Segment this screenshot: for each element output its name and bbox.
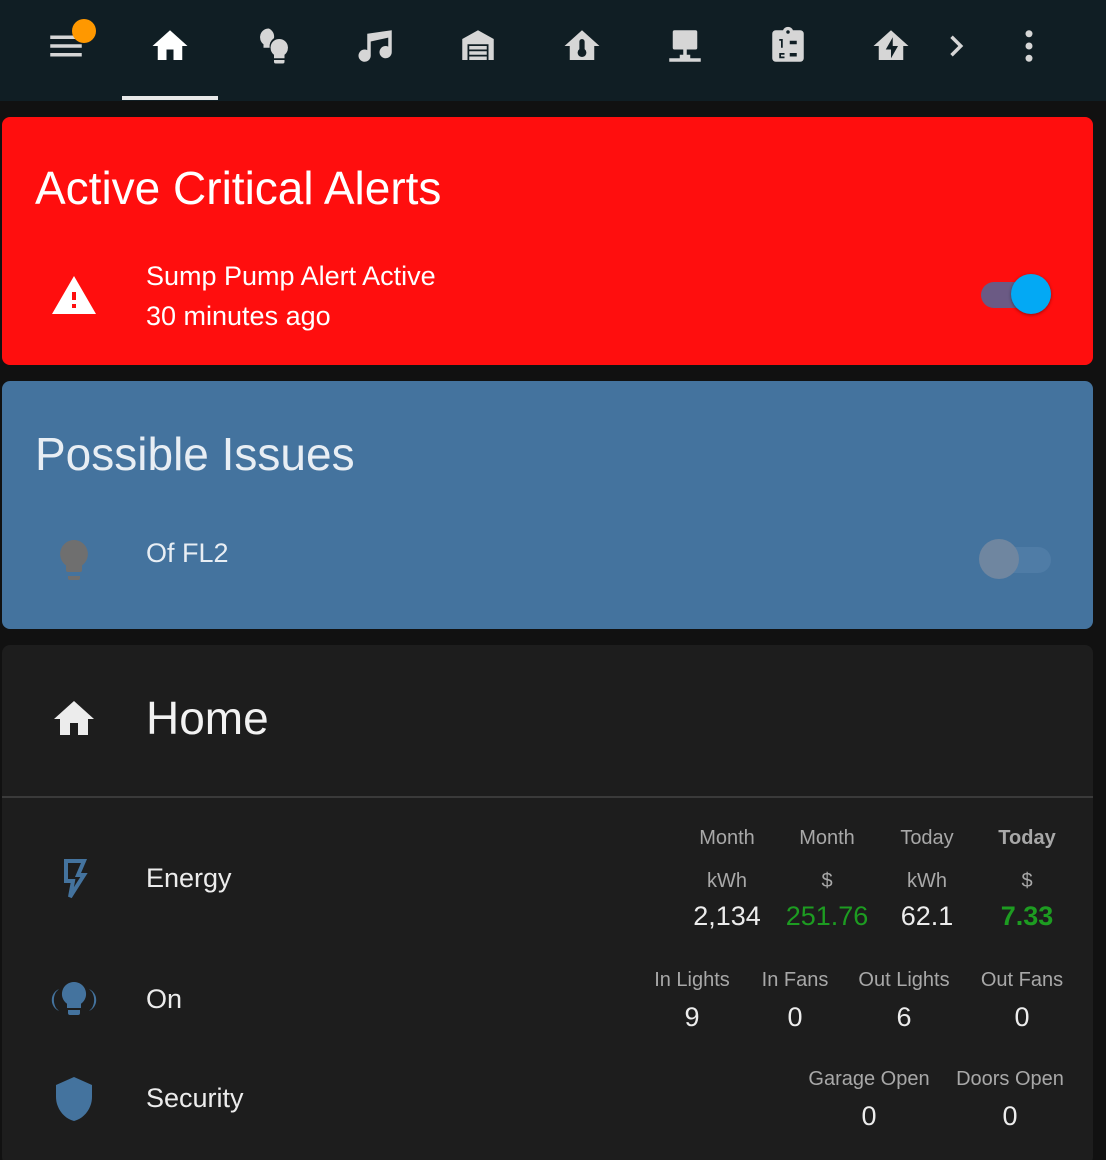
alert-icon bbox=[50, 272, 98, 320]
top-app-bar bbox=[0, 0, 1106, 101]
on-entity-name[interactable]: On bbox=[146, 984, 182, 1015]
today-cost-attribute: Today $ 7.33 bbox=[977, 827, 1077, 932]
toggle-knob bbox=[979, 539, 1019, 579]
tab-garage[interactable] bbox=[430, 0, 526, 92]
home-thermometer-icon bbox=[564, 30, 600, 60]
card-title: Possible Issues bbox=[35, 428, 355, 480]
lightning-bolt-icon bbox=[50, 855, 98, 903]
lightbulb-group-icon bbox=[50, 976, 98, 1024]
tab-network[interactable] bbox=[637, 0, 733, 92]
attr-value: 9 bbox=[684, 1002, 700, 1032]
toggle-knob bbox=[1011, 274, 1051, 314]
attr-value: 7.33 bbox=[1000, 901, 1054, 931]
music-note-icon bbox=[358, 30, 392, 62]
home-icon bbox=[50, 695, 98, 743]
month-cost-attribute: Month $ 251.76 bbox=[777, 827, 877, 932]
attr-value: 0 bbox=[1014, 1002, 1030, 1032]
attr-label: Today bbox=[998, 827, 1056, 849]
attr-label: Doors Open bbox=[956, 1068, 1064, 1090]
home-lightning-icon bbox=[873, 30, 909, 60]
sump-pump-toggle[interactable] bbox=[979, 270, 1055, 314]
alert-entity[interactable]: Sump Pump Alert Active 30 minutes ago bbox=[146, 256, 436, 336]
garage-open-attribute: Garage Open 0 bbox=[802, 1068, 936, 1132]
attr-label: In Lights bbox=[654, 969, 730, 991]
tab-lights[interactable] bbox=[226, 0, 322, 92]
card-title: Home bbox=[146, 692, 269, 744]
energy-entity-name[interactable]: Energy bbox=[146, 863, 232, 894]
out-fans-attribute: Out Fans 0 bbox=[972, 969, 1072, 1033]
tab-home[interactable] bbox=[122, 0, 218, 92]
attr-label: Month bbox=[699, 827, 755, 849]
clipboard-list-icon bbox=[772, 26, 804, 62]
doors-open-attribute: Doors Open 0 bbox=[948, 1068, 1072, 1132]
tab-music[interactable] bbox=[328, 0, 424, 92]
attr-label: In Fans bbox=[761, 969, 829, 991]
attr-value: 0 bbox=[861, 1101, 877, 1131]
attr-value: 251.76 bbox=[785, 901, 869, 931]
possible-issues-card: Possible Issues Of FL2 bbox=[2, 381, 1093, 629]
overflow-menu-button[interactable] bbox=[981, 0, 1077, 92]
issue-entity-name[interactable]: Of FL2 bbox=[146, 538, 229, 569]
divider bbox=[2, 796, 1093, 798]
security-entity-name[interactable]: Security bbox=[146, 1083, 244, 1114]
alert-time: 30 minutes ago bbox=[146, 301, 331, 331]
chevron-right-icon bbox=[950, 35, 964, 57]
shield-icon bbox=[50, 1075, 98, 1123]
lightbulb-icon bbox=[50, 536, 98, 584]
tab-lists[interactable] bbox=[740, 0, 836, 92]
home-card: Home Energy Month kWh 2,134 Month $ 251.… bbox=[2, 645, 1093, 1160]
menu-button[interactable] bbox=[18, 0, 114, 92]
dots-vertical-icon bbox=[1025, 30, 1033, 62]
home-icon bbox=[152, 30, 188, 60]
lan-icon bbox=[669, 30, 701, 62]
attr-label: Month bbox=[799, 827, 855, 849]
card-title: Active Critical Alerts bbox=[35, 162, 442, 214]
attr-label: Out Fans bbox=[980, 969, 1064, 991]
attr-value: 6 bbox=[896, 1002, 912, 1032]
attr-unit: kWh bbox=[907, 870, 947, 892]
in-fans-attribute: In Fans 0 bbox=[747, 969, 843, 1033]
garage-icon bbox=[462, 30, 494, 60]
notification-badge[interactable] bbox=[72, 19, 96, 43]
attr-label: Garage Open bbox=[808, 1068, 930, 1090]
active-tab-indicator bbox=[122, 96, 218, 100]
lightbulb-group-icon bbox=[260, 28, 288, 64]
attr-value: 62.1 bbox=[900, 901, 954, 931]
critical-alerts-card: Active Critical Alerts Sump Pump Alert A… bbox=[2, 117, 1093, 365]
attr-label: Out Lights bbox=[858, 969, 950, 991]
alert-name: Sump Pump Alert Active bbox=[146, 261, 436, 291]
attr-unit: $ bbox=[1021, 870, 1033, 892]
attr-label: Today bbox=[900, 827, 954, 849]
tab-climate[interactable] bbox=[534, 0, 630, 92]
today-kwh-attribute: Today kWh 62.1 bbox=[877, 827, 977, 932]
attr-value: 0 bbox=[1002, 1101, 1018, 1131]
attr-value: 2,134 bbox=[693, 901, 761, 931]
attr-unit: $ bbox=[821, 870, 833, 892]
month-kwh-attribute: Month kWh 2,134 bbox=[677, 827, 777, 932]
attr-unit: kWh bbox=[707, 870, 747, 892]
in-lights-attribute: In Lights 9 bbox=[644, 969, 740, 1033]
attr-value: 0 bbox=[787, 1002, 803, 1032]
out-lights-attribute: Out Lights 6 bbox=[850, 969, 958, 1033]
of-fl2-toggle[interactable] bbox=[979, 535, 1055, 579]
